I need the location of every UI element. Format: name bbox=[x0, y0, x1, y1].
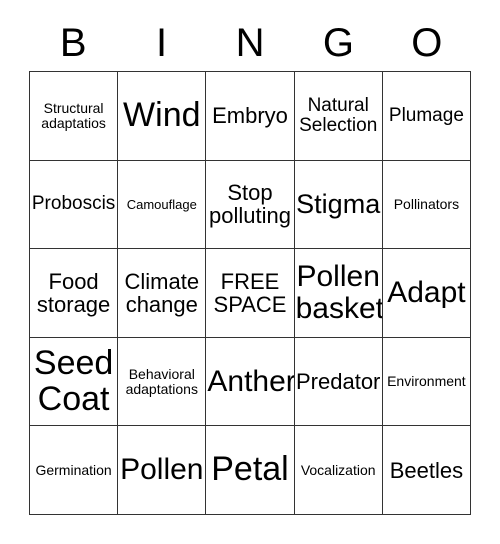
bingo-header-letter-b: B bbox=[59, 20, 87, 65]
bingo-cell[interactable]: Structural adaptatios bbox=[30, 72, 119, 161]
bingo-cell-label: Germination bbox=[35, 461, 112, 478]
bingo-cell-label: Seed Coat bbox=[33, 343, 114, 418]
bingo-cell-label: Predator bbox=[296, 369, 381, 395]
bingo-header-letter-o: O bbox=[411, 20, 443, 65]
bingo-cell[interactable]: Climate change bbox=[118, 249, 207, 338]
bingo-cell[interactable]: Behavioral adaptations bbox=[118, 337, 207, 427]
bingo-cell[interactable]: Petal bbox=[206, 426, 295, 515]
bingo-cell-label: Stigma bbox=[296, 189, 381, 220]
bingo-cell[interactable]: Pollen basket bbox=[294, 249, 383, 338]
bingo-cell-label: FREE SPACE bbox=[213, 268, 287, 317]
bingo-cell[interactable]: Vocalization bbox=[294, 426, 383, 515]
bingo-cell-label: Anther bbox=[207, 364, 295, 398]
bingo-cell[interactable]: Wind bbox=[118, 72, 207, 161]
bingo-cell-free-space[interactable]: FREE SPACE bbox=[206, 249, 295, 338]
bingo-cell-label: Pollen basket bbox=[295, 260, 383, 325]
bingo-cell[interactable]: Natural Selection bbox=[294, 72, 383, 161]
bingo-cell-label: Proboscis bbox=[31, 193, 116, 215]
bingo-cell[interactable]: Beetles bbox=[382, 426, 471, 515]
bingo-cell-label: Petal bbox=[211, 450, 289, 489]
bingo-cell[interactable]: Plumage bbox=[382, 72, 471, 161]
bingo-cell-label: Environment bbox=[387, 373, 466, 390]
bingo-cell[interactable]: Embryo bbox=[206, 72, 295, 161]
bingo-cell-label: Pollen bbox=[120, 453, 204, 487]
bingo-cell[interactable]: Stop polluting bbox=[206, 160, 295, 250]
bingo-cell[interactable]: Pollen bbox=[118, 426, 207, 515]
bingo-cell[interactable]: Adapt bbox=[382, 249, 471, 338]
bingo-cell-label: Embryo bbox=[212, 103, 288, 129]
bingo-cell-label: Behavioral adaptations bbox=[125, 365, 198, 397]
bingo-cell[interactable]: Camouflage bbox=[118, 160, 207, 250]
bingo-cell-label: Natural Selection bbox=[299, 94, 378, 136]
bingo-cell-label: Food storage bbox=[36, 268, 111, 317]
bingo-cell-label: Camouflage bbox=[126, 196, 197, 212]
bingo-cell[interactable]: Stigma bbox=[294, 160, 383, 250]
bingo-cell-label: Climate change bbox=[124, 268, 200, 317]
bingo-cell-label: Wind bbox=[123, 95, 201, 134]
bingo-grid: Structural adaptatios Wind Embryo Natura… bbox=[29, 71, 471, 515]
bingo-card: B I N G O Structural adaptatios Wind Emb… bbox=[0, 0, 500, 544]
bingo-cell[interactable]: Proboscis bbox=[30, 160, 119, 250]
bingo-header-letter-g: G bbox=[322, 20, 354, 65]
bingo-header-letter-n: N bbox=[235, 20, 265, 65]
bingo-cell-label: Structural adaptatios bbox=[41, 100, 106, 131]
bingo-cell-label: Vocalization bbox=[300, 461, 376, 478]
bingo-cell-label: Pollinators bbox=[393, 196, 460, 213]
bingo-cell[interactable]: Food storage bbox=[30, 249, 119, 338]
bingo-cell-label: Beetles bbox=[389, 457, 464, 483]
bingo-header-row: B I N G O bbox=[29, 14, 471, 71]
bingo-cell[interactable]: Environment bbox=[382, 337, 471, 427]
bingo-cell[interactable]: Seed Coat bbox=[30, 337, 119, 427]
bingo-header-letter-i: I bbox=[156, 20, 168, 65]
bingo-cell-label: Stop polluting bbox=[209, 180, 291, 229]
bingo-cell[interactable]: Pollinators bbox=[382, 160, 471, 250]
bingo-cell[interactable]: Predator bbox=[294, 337, 383, 427]
bingo-cell-label: Adapt bbox=[387, 276, 466, 310]
bingo-cell-label: Plumage bbox=[388, 104, 464, 126]
bingo-cell[interactable]: Anther bbox=[206, 337, 295, 427]
bingo-cell[interactable]: Germination bbox=[30, 426, 119, 515]
